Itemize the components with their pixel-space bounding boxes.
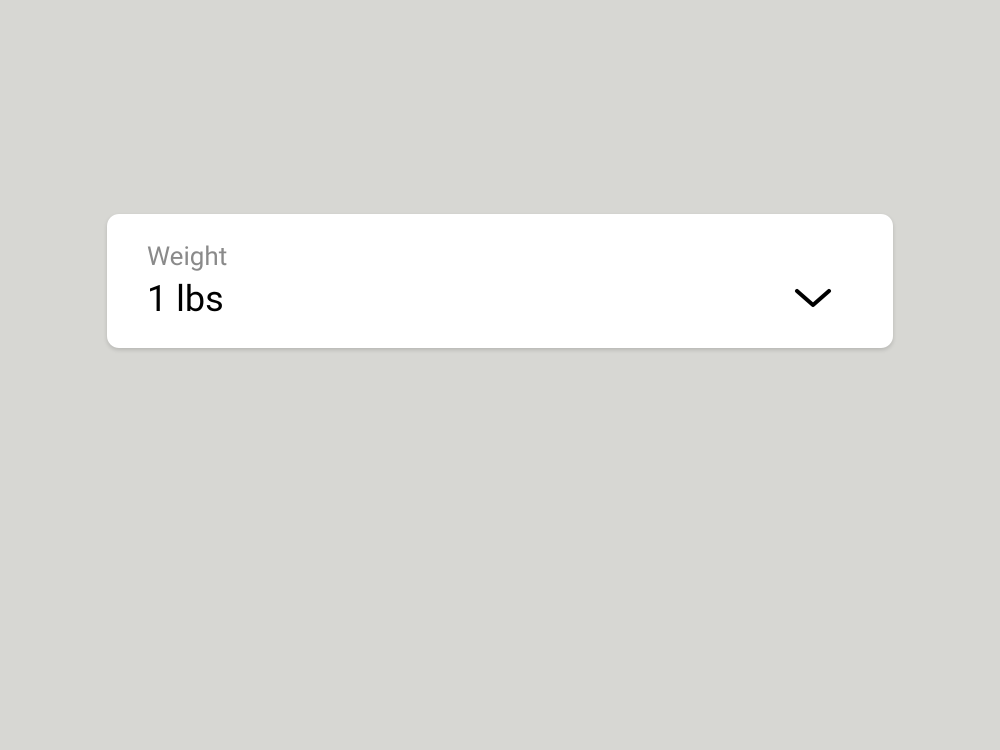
weight-value-row: 1 lbs <box>147 278 853 320</box>
weight-dropdown[interactable]: Weight 1 lbs <box>107 214 893 348</box>
weight-label: Weight <box>147 242 853 272</box>
weight-value: 1 lbs <box>147 278 224 320</box>
chevron-down-icon <box>793 287 833 311</box>
